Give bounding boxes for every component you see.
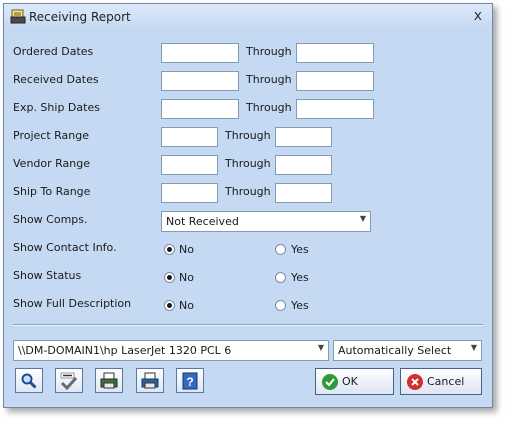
printer-value: \\DM-DOMAIN1\hp LaserJet 1320 PCL 6 (18, 344, 232, 357)
show-comps-label: Show Comps. (13, 213, 88, 226)
received-dates-to-input[interactable] (296, 71, 374, 91)
ship-to-range-to-input[interactable] (275, 183, 332, 203)
ship-to-range-through-label: Through (225, 185, 271, 198)
exp-ship-dates-through-label: Through (246, 101, 292, 114)
ordered-dates-to-input[interactable] (296, 43, 374, 63)
project-range-to-input[interactable] (275, 127, 332, 147)
show-status-yes-radio[interactable] (275, 272, 286, 283)
spell-check-icon (60, 372, 78, 390)
show-status-no-label: No (179, 271, 194, 284)
show-comps-value: Not Received (166, 215, 239, 228)
close-icon[interactable]: x (474, 8, 482, 24)
show-full-description-yes-label: Yes (291, 299, 309, 312)
svg-text:?: ? (186, 375, 193, 389)
show-status-yes-label: Yes (291, 271, 309, 284)
help-icon: ? (182, 372, 198, 389)
show-status-no-radio[interactable] (164, 272, 175, 283)
show-contact-info-label: Show Contact Info. (13, 241, 117, 254)
show-contact-info-yes-radio[interactable] (275, 244, 286, 255)
ship-to-range-from-input[interactable] (161, 183, 218, 203)
paper-tray-select[interactable]: Automatically Select ▼ (333, 340, 482, 361)
paper-tray-value: Automatically Select (338, 344, 452, 357)
window-title: Receiving Report (29, 10, 131, 24)
magnify-icon (21, 373, 37, 389)
printer-setup-button[interactable] (136, 368, 164, 393)
title-bar: Receiving Report x (4, 4, 492, 29)
exp-ship-dates-to-input[interactable] (296, 99, 374, 119)
chevron-down-icon: ▼ (317, 343, 324, 352)
cancel-label: Cancel (427, 375, 465, 388)
ship-to-range-label: Ship To Range (13, 185, 91, 198)
chevron-down-icon: ▼ (470, 343, 477, 352)
ok-label: OK (342, 375, 358, 388)
print-preview-button[interactable] (95, 368, 123, 393)
vendor-range-from-input[interactable] (161, 155, 218, 175)
print-preview-icon (100, 372, 118, 388)
help-button[interactable]: ? (176, 368, 204, 393)
ordered-dates-label: Ordered Dates (13, 45, 94, 58)
ok-button[interactable]: OK (315, 368, 394, 395)
vendor-range-through-label: Through (225, 157, 271, 170)
show-full-description-yes-radio[interactable] (275, 300, 286, 311)
report-icon (10, 9, 26, 24)
printer-select[interactable]: \\DM-DOMAIN1\hp LaserJet 1320 PCL 6 ▼ (13, 340, 329, 361)
exp-ship-dates-label: Exp. Ship Dates (13, 101, 100, 114)
vendor-range-to-input[interactable] (275, 155, 332, 175)
divider (13, 324, 483, 326)
show-full-description-label: Show Full Description (13, 297, 132, 310)
project-range-through-label: Through (225, 129, 271, 142)
show-full-description-no-radio[interactable] (164, 300, 175, 311)
ordered-dates-through-label: Through (246, 45, 292, 58)
receiving-report-dialog: Receiving Report x Ordered Dates Through… (3, 3, 493, 408)
spell-check-button[interactable] (55, 368, 83, 393)
chevron-down-icon: ▼ (359, 214, 366, 223)
vendor-range-label: Vendor Range (13, 157, 91, 170)
show-full-description-no-label: No (179, 299, 194, 312)
show-status-label: Show Status (13, 269, 82, 282)
cancel-button[interactable]: Cancel (400, 368, 482, 395)
show-comps-select[interactable]: Not Received ▼ (161, 211, 371, 232)
printer-setup-icon (141, 372, 159, 388)
project-range-label: Project Range (13, 129, 89, 142)
show-contact-info-no-label: No (179, 243, 194, 256)
received-dates-through-label: Through (246, 73, 292, 86)
show-contact-info-yes-label: Yes (291, 243, 309, 256)
check-icon (322, 373, 338, 390)
ordered-dates-from-input[interactable] (161, 43, 239, 63)
received-dates-from-input[interactable] (161, 71, 239, 91)
magnify-button[interactable] (15, 368, 43, 393)
cancel-icon (407, 373, 423, 390)
exp-ship-dates-from-input[interactable] (161, 99, 239, 119)
received-dates-label: Received Dates (13, 73, 99, 86)
project-range-from-input[interactable] (161, 127, 218, 147)
show-contact-info-no-radio[interactable] (164, 244, 175, 255)
